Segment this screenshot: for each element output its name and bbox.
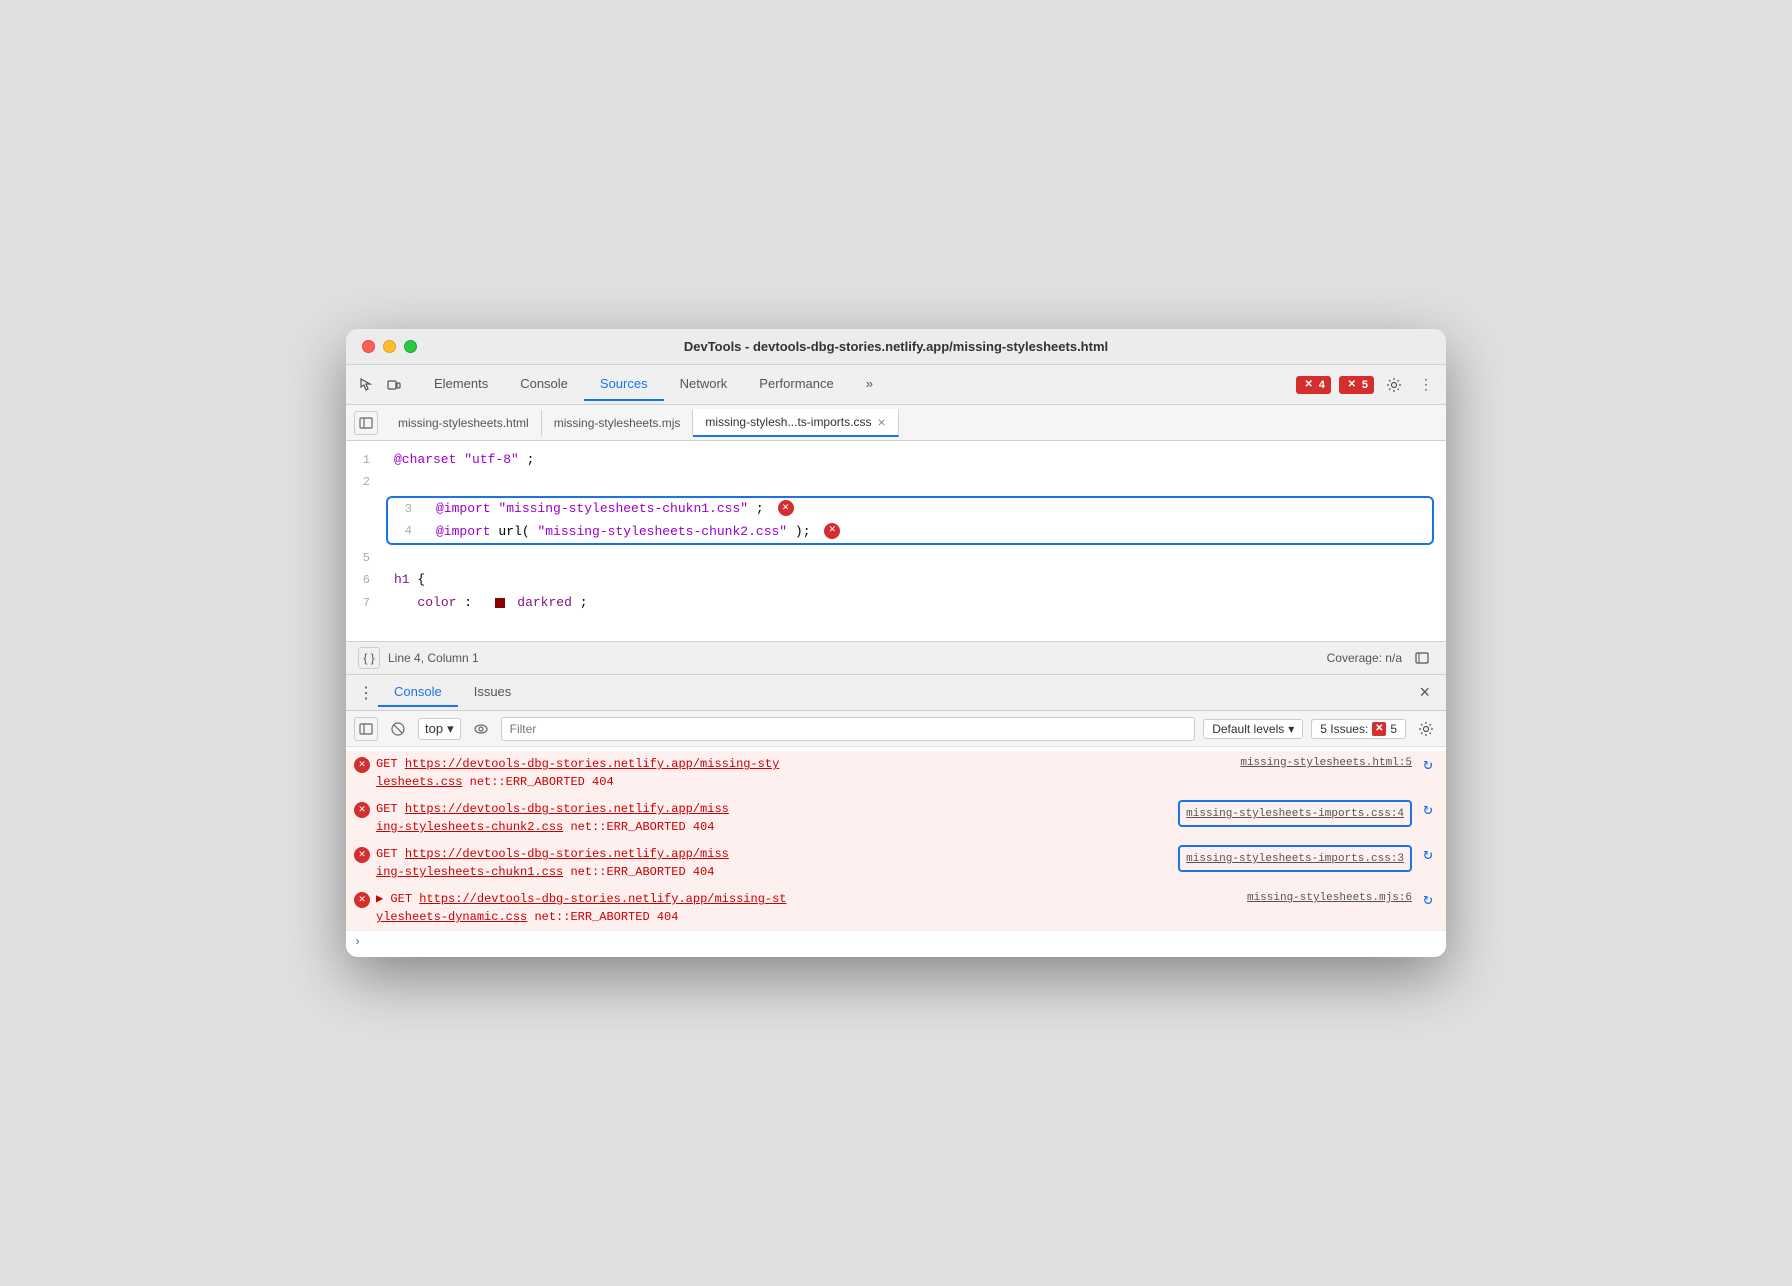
msg-source-2[interactable]: missing-stylesheets-imports.css:4 xyxy=(1186,808,1404,820)
file-tab-mjs[interactable]: missing-stylesheets.mjs xyxy=(542,410,694,436)
console-close-icon[interactable]: × xyxy=(1411,678,1438,707)
console-messages: ✕ GET https://devtools-dbg-stories.netli… xyxy=(346,747,1446,957)
prompt-arrow: › xyxy=(354,935,361,949)
highlighted-source-block-2: missing-stylesheets-imports.css:4 xyxy=(1178,800,1412,827)
settings-icon[interactable] xyxy=(1382,373,1406,397)
console-sidebar-toggle[interactable] xyxy=(354,717,378,741)
tab-sources[interactable]: Sources xyxy=(584,368,664,401)
file-tab-close-icon[interactable]: × xyxy=(877,415,885,429)
code-line-6: 6 h1 { xyxy=(346,569,1446,592)
console-message-4: ✕ ▶ GET https://devtools-dbg-stories.net… xyxy=(346,886,1446,931)
main-tab-bar: Elements Console Sources Network Perform… xyxy=(418,368,1292,401)
console-msg-1-content: GET https://devtools-dbg-stories.netlify… xyxy=(376,755,1234,791)
color-swatch-darkred xyxy=(495,598,505,608)
console-toolbar: top ▾ Default levels ▾ 5 Issues: ✕ 5 xyxy=(346,711,1446,747)
sidebar-toggle-button[interactable] xyxy=(354,411,378,435)
toolbar-icon-group xyxy=(354,373,406,397)
minimize-button[interactable] xyxy=(383,340,396,353)
close-button[interactable] xyxy=(362,340,375,353)
file-tab-html[interactable]: missing-stylesheets.html xyxy=(386,410,542,436)
code-line-3: 3 @import "missing-stylesheets-chukn1.cs… xyxy=(388,498,1432,521)
tab-elements[interactable]: Elements xyxy=(418,368,504,401)
status-bar-left: { } Line 4, Column 1 xyxy=(358,647,479,669)
console-context-selector[interactable]: top ▾ xyxy=(418,718,461,740)
code-line-2: 2 xyxy=(346,472,1446,494)
error-x-icon-2: ✕ xyxy=(1345,378,1359,392)
console-tab-bar: ⋮ Console Issues × xyxy=(346,675,1446,711)
device-mode-icon[interactable] xyxy=(382,373,406,397)
coverage-icon[interactable] xyxy=(1410,646,1434,670)
console-prompt[interactable]: › xyxy=(346,931,1446,953)
code-line-4: 4 @import url( "missing-stylesheets-chun… xyxy=(388,521,1432,544)
error-x-icon: ✕ xyxy=(1302,378,1316,392)
toolbar-right: ✕ 4 ✕ 5 ⋮ xyxy=(1296,373,1438,397)
tab-issues-panel[interactable]: Issues xyxy=(458,678,528,707)
msg-source-3[interactable]: missing-stylesheets-imports.css:3 xyxy=(1186,853,1404,865)
console-filter-input[interactable] xyxy=(501,717,1196,741)
console-message-3: ✕ GET https://devtools-dbg-stories.netli… xyxy=(346,841,1446,886)
inspect-element-icon[interactable] xyxy=(354,373,378,397)
reload-icon-3[interactable]: ↻ xyxy=(1418,845,1438,865)
console-clear-icon[interactable] xyxy=(386,717,410,741)
console-msg-4-content: ▶ GET https://devtools-dbg-stories.netli… xyxy=(376,890,1241,926)
console-live-expressions-icon[interactable] xyxy=(469,717,493,741)
traffic-lights xyxy=(362,340,417,353)
tab-more[interactable]: » xyxy=(850,368,889,401)
tab-console[interactable]: Console xyxy=(504,368,584,401)
title-bar: DevTools - devtools-dbg-stories.netlify.… xyxy=(346,329,1446,365)
console-message-2: ✕ GET https://devtools-dbg-stories.netli… xyxy=(346,796,1446,841)
code-line-5: 5 xyxy=(346,547,1446,569)
console-levels-label: Default levels xyxy=(1212,722,1284,736)
tab-console-panel[interactable]: Console xyxy=(378,678,458,707)
pretty-print-button[interactable]: { } xyxy=(358,647,380,669)
error-icon-msg4: ✕ xyxy=(354,892,370,908)
more-options-icon[interactable]: ⋮ xyxy=(1414,373,1438,397)
import-highlight-block: 3 @import "missing-stylesheets-chukn1.cs… xyxy=(386,496,1434,546)
window-title: DevTools - devtools-dbg-stories.netlify.… xyxy=(684,339,1108,354)
devtools-toolbar: Elements Console Sources Network Perform… xyxy=(346,365,1446,405)
tab-network[interactable]: Network xyxy=(664,368,744,401)
cursor-position: Line 4, Column 1 xyxy=(388,651,479,665)
error-icon-line3: ✕ xyxy=(778,500,794,516)
console-settings-icon[interactable] xyxy=(1414,717,1438,741)
error-icon-msg1: ✕ xyxy=(354,757,370,773)
console-msg-3-content: GET https://devtools-dbg-stories.netlify… xyxy=(376,845,1172,881)
console-context-label: top xyxy=(425,721,443,736)
status-bar-right: Coverage: n/a xyxy=(1327,646,1434,670)
code-editor: 1 @charset "utf-8" ; 2 3 @import "missin… xyxy=(346,441,1446,641)
error-icon-msg3: ✕ xyxy=(354,847,370,863)
console-msg-2-content: GET https://devtools-dbg-stories.netlify… xyxy=(376,800,1172,836)
devtools-window: DevTools - devtools-dbg-stories.netlify.… xyxy=(346,329,1446,957)
file-tabs: missing-stylesheets.html missing-stylesh… xyxy=(346,405,1446,441)
code-line-1: 1 @charset "utf-8" ; xyxy=(346,449,1446,472)
file-tab-html-label: missing-stylesheets.html xyxy=(398,416,529,430)
issues-count: 5 xyxy=(1390,722,1397,736)
code-line-7: 7 color : darkred ; xyxy=(346,592,1446,615)
msg-source-1[interactable]: missing-stylesheets.html:5 xyxy=(1240,755,1412,772)
console-menu-icon[interactable]: ⋮ xyxy=(354,681,378,705)
error-badge-2[interactable]: ✕ 5 xyxy=(1339,376,1374,394)
issues-label: 5 Issues: xyxy=(1320,722,1368,736)
issues-count-badge[interactable]: 5 Issues: ✕ 5 xyxy=(1311,719,1406,739)
highlighted-source-block-3: missing-stylesheets-imports.css:3 xyxy=(1178,845,1412,872)
msg-source-4[interactable]: missing-stylesheets.mjs:6 xyxy=(1247,890,1412,907)
tab-performance[interactable]: Performance xyxy=(743,368,849,401)
coverage-label: Coverage: n/a xyxy=(1327,651,1402,665)
console-message-1: ✕ GET https://devtools-dbg-stories.netli… xyxy=(346,751,1446,796)
error-badge-1[interactable]: ✕ 4 xyxy=(1296,376,1331,394)
reload-icon-2[interactable]: ↻ xyxy=(1418,800,1438,820)
reload-icon-4[interactable]: ↻ xyxy=(1418,890,1438,910)
status-bar: { } Line 4, Column 1 Coverage: n/a xyxy=(346,641,1446,675)
file-tab-mjs-label: missing-stylesheets.mjs xyxy=(554,416,681,430)
issues-error-icon: ✕ xyxy=(1372,722,1386,736)
chevron-down-icon-levels: ▾ xyxy=(1288,722,1294,736)
console-levels-dropdown[interactable]: Default levels ▾ xyxy=(1203,719,1303,739)
file-tab-css-label: missing-stylesh...ts-imports.css xyxy=(705,415,871,429)
reload-icon-1[interactable]: ↻ xyxy=(1418,755,1438,775)
file-tab-css[interactable]: missing-stylesh...ts-imports.css × xyxy=(693,409,898,437)
chevron-down-icon: ▾ xyxy=(447,721,454,737)
error-icon-msg2: ✕ xyxy=(354,802,370,818)
maximize-button[interactable] xyxy=(404,340,417,353)
error-icon-line4: ✕ xyxy=(824,523,840,539)
